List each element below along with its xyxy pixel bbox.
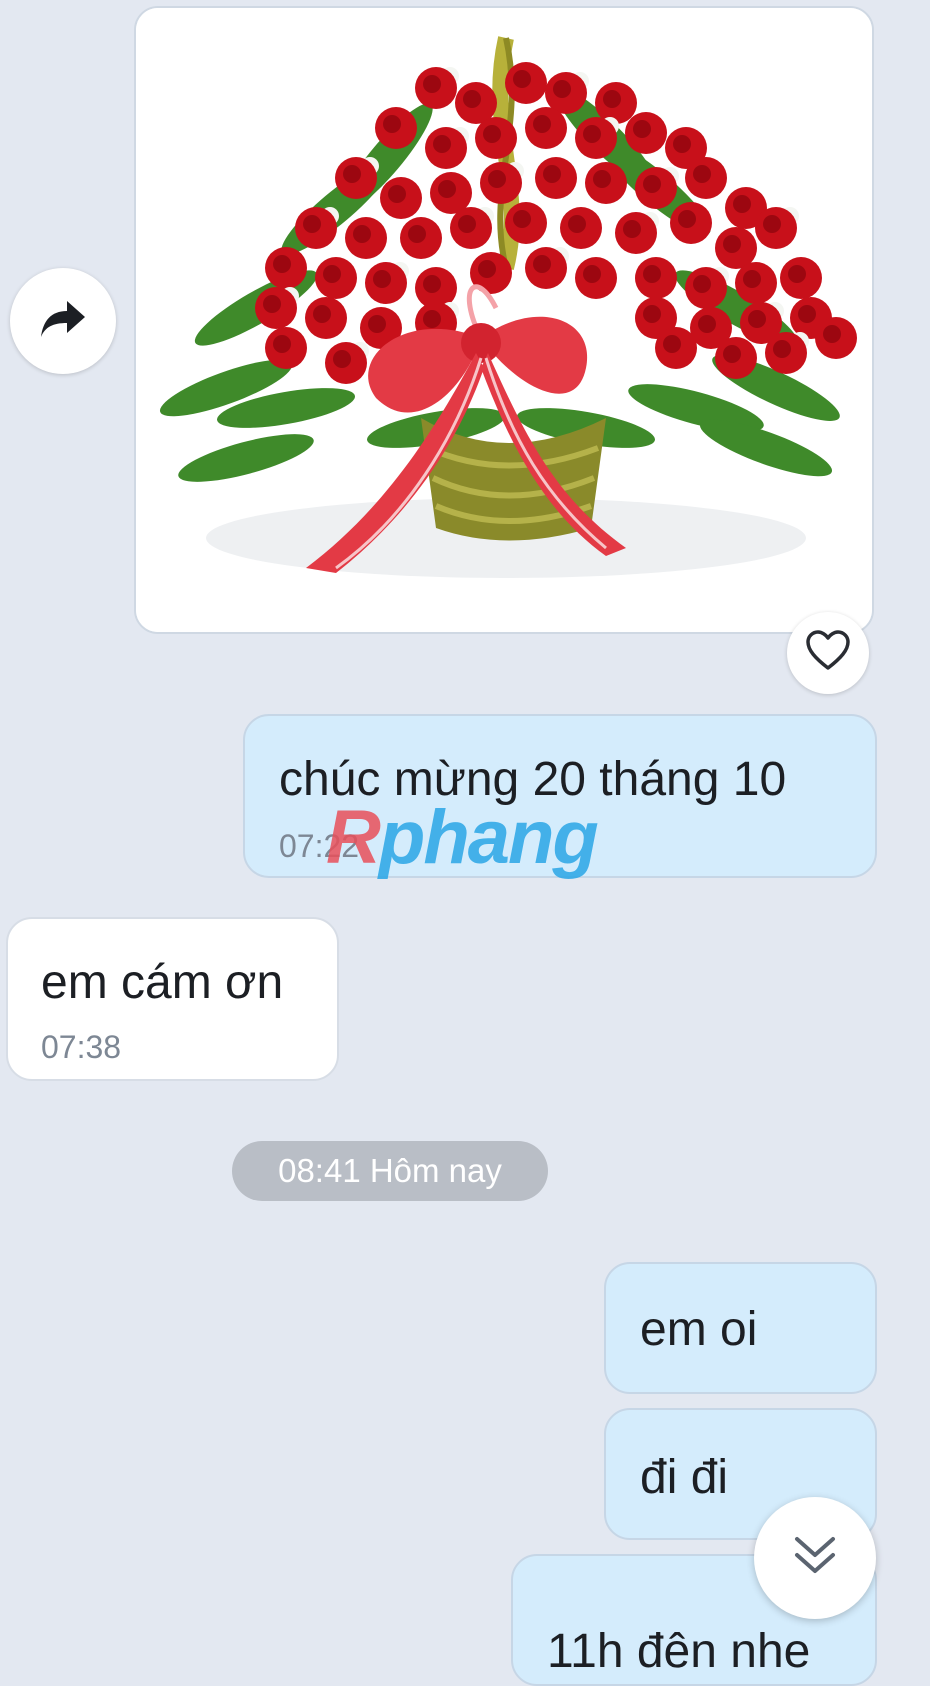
forward-button[interactable] xyxy=(10,268,116,374)
share-arrow-icon xyxy=(39,299,87,344)
flower-basket-image xyxy=(136,8,872,632)
date-separator: 08:41 Hôm nay xyxy=(232,1141,548,1201)
watermark-logo: Rphang xyxy=(326,794,599,881)
message-time: 07:38 xyxy=(41,1029,122,1065)
heart-outline-icon xyxy=(805,629,851,677)
message-text: em cám ơn xyxy=(41,956,284,1009)
watermark-first-letter: R xyxy=(326,795,381,880)
message-text: 11h đên nhe xyxy=(547,1625,811,1678)
message-text: em oi xyxy=(640,1303,758,1356)
message-bubble-received[interactable]: em cám ơn 07:38 xyxy=(6,917,339,1081)
image-message[interactable] xyxy=(134,6,874,634)
scroll-to-bottom-button[interactable] xyxy=(754,1497,876,1619)
message-text: đi đi xyxy=(640,1451,729,1504)
watermark-rest: phang xyxy=(378,795,599,880)
like-button[interactable] xyxy=(787,612,869,694)
double-chevron-down-icon xyxy=(792,1533,838,1584)
message-bubble-sent[interactable]: em oi xyxy=(604,1262,877,1394)
